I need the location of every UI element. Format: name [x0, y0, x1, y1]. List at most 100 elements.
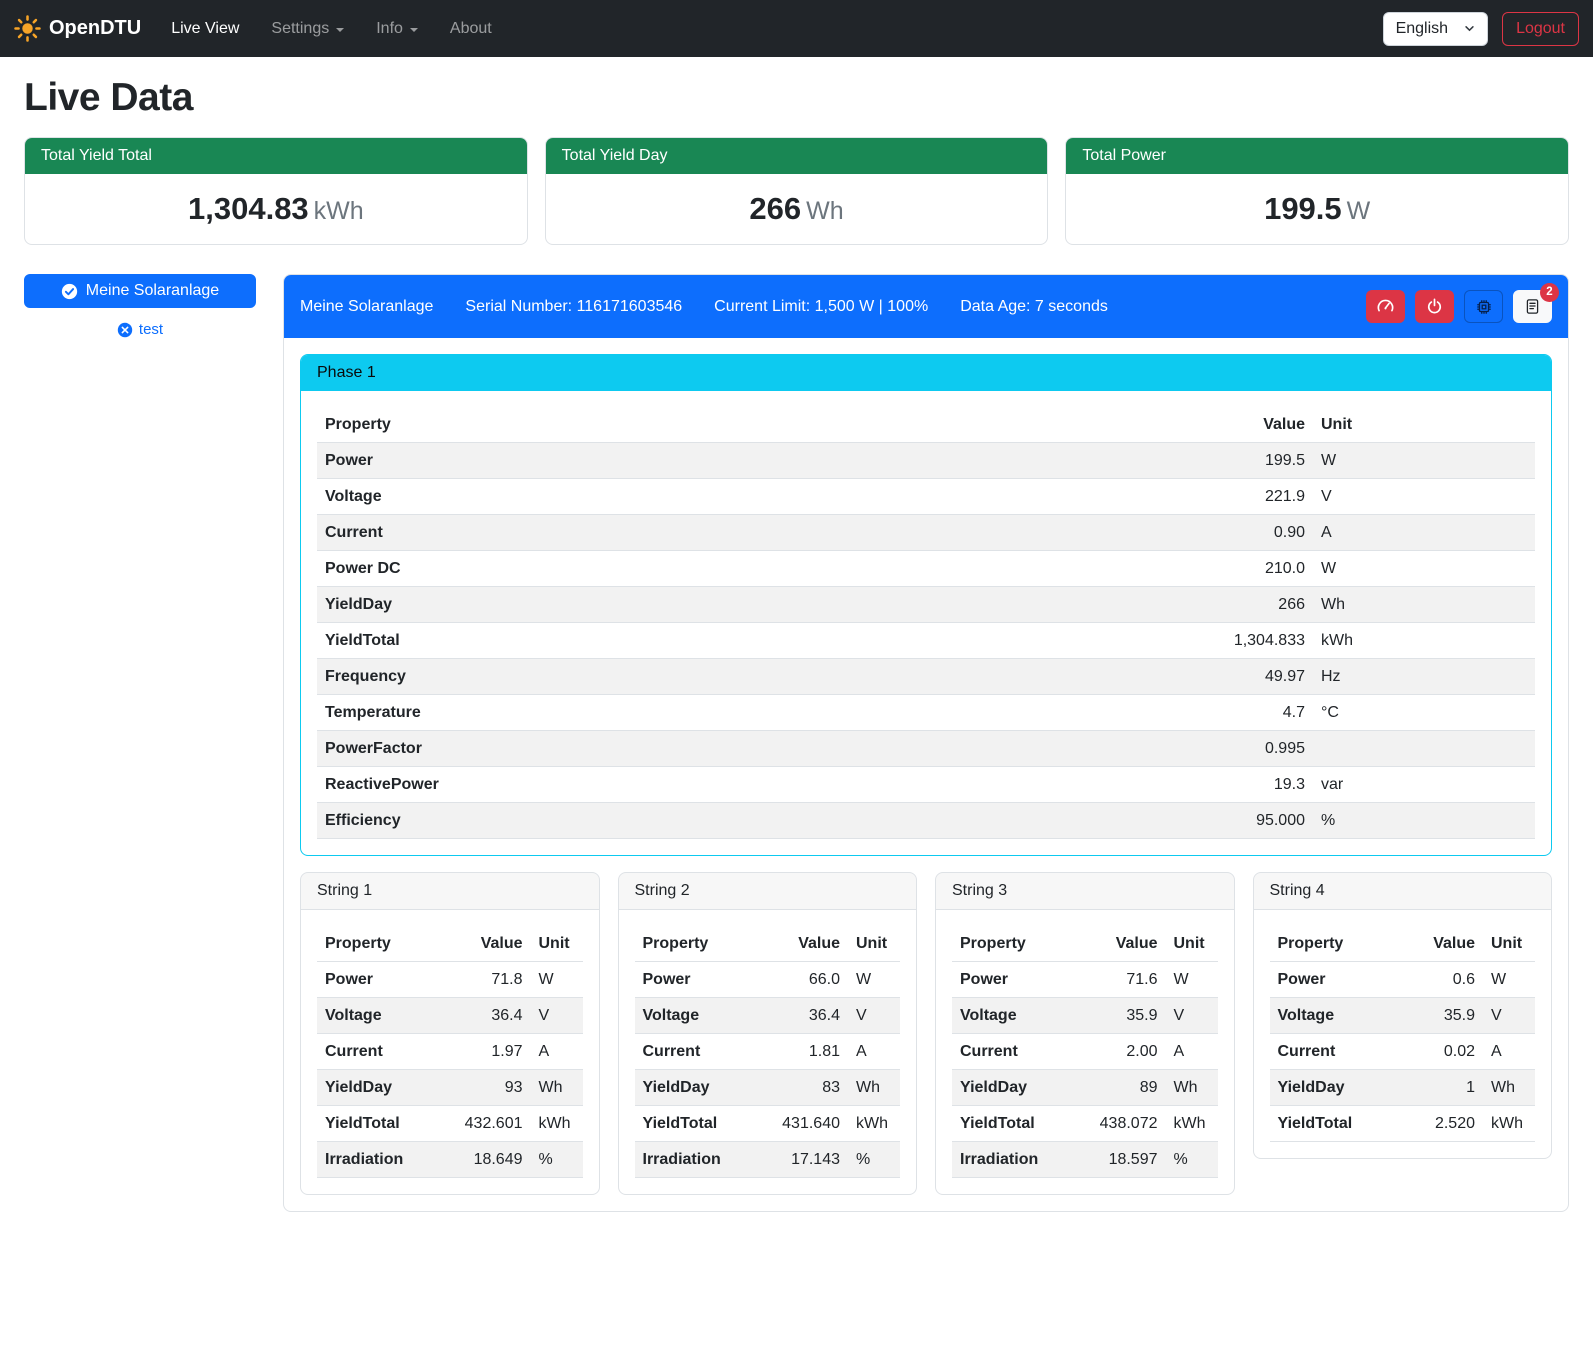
unit-cell: %	[531, 1142, 583, 1178]
table-row: YieldDay 266 Wh	[317, 587, 1535, 623]
table-row: Voltage 36.4 V	[635, 998, 901, 1034]
unit-cell: Wh	[531, 1070, 583, 1106]
table-row: YieldDay 89 Wh	[952, 1070, 1218, 1106]
inverter-select-meine-solaranlage[interactable]: Meine Solaranlage	[24, 274, 256, 308]
table-row: YieldDay 93 Wh	[317, 1070, 583, 1106]
value-cell: 89	[1072, 1070, 1166, 1106]
value-cell: 1,304.833	[913, 623, 1313, 659]
value-cell: 0.90	[913, 515, 1313, 551]
property-cell: YieldTotal	[317, 623, 913, 659]
value-cell: 35.9	[1072, 998, 1166, 1034]
unit-cell: %	[1166, 1142, 1218, 1178]
summary-card-value: 1,304.83	[188, 191, 309, 226]
summary-card-value: 266	[749, 191, 801, 226]
table-row: YieldTotal 438.072 kWh	[952, 1106, 1218, 1142]
unit-cell: kWh	[1166, 1106, 1218, 1142]
nav-about[interactable]: About	[434, 12, 508, 46]
table-row: Current 1.81 A	[635, 1034, 901, 1070]
property-cell: Frequency	[317, 659, 913, 695]
unit-cell: W	[1483, 962, 1535, 998]
col-property: Property	[1270, 926, 1400, 962]
table-row: Irradiation 17.143 %	[635, 1142, 901, 1178]
nav-info-label: Info	[376, 20, 403, 38]
brand-label: OpenDTU	[49, 17, 141, 40]
table-row: Current 0.02 A	[1270, 1034, 1536, 1070]
nav-info[interactable]: Info	[360, 12, 434, 46]
property-cell: Irradiation	[317, 1142, 437, 1178]
string-table-body: Power 71.8 W Voltage 36.4 V	[317, 962, 583, 1178]
language-select[interactable]: English	[1383, 12, 1488, 46]
logout-button[interactable]: Logout	[1502, 12, 1579, 46]
sun-icon	[14, 15, 41, 42]
property-cell: YieldTotal	[317, 1106, 437, 1142]
inverter-select-label: Meine Solaranlage	[86, 282, 219, 300]
col-value: Value	[913, 407, 1313, 443]
string-table: Property Value Unit Power	[635, 926, 901, 1178]
table-header-row: Property Value Unit	[317, 926, 583, 962]
caret-down-icon	[410, 28, 418, 32]
unit-cell: Wh	[848, 1070, 900, 1106]
table-row: Efficiency 95.000 %	[317, 803, 1535, 839]
property-cell: Power	[952, 962, 1072, 998]
inverter-power-button[interactable]	[1415, 290, 1454, 323]
inverter-serial: Serial Number: 116171603546	[465, 298, 682, 316]
col-property: Property	[635, 926, 755, 962]
nav-settings[interactable]: Settings	[255, 12, 360, 46]
unit-cell: A	[531, 1034, 583, 1070]
table-row: Voltage 35.9 V	[952, 998, 1218, 1034]
summary-card-title: Total Yield Total	[25, 138, 527, 174]
unit-cell: W	[1313, 551, 1535, 587]
summary-card-total-yield-total: Total Yield Total 1,304.83kWh	[24, 137, 528, 245]
value-cell: 18.597	[1072, 1142, 1166, 1178]
property-cell: Power	[635, 962, 755, 998]
inverter-info-button[interactable]	[1366, 290, 1405, 323]
caret-down-icon	[336, 28, 344, 32]
table-row: Power 199.5 W	[317, 443, 1535, 479]
power-icon	[1426, 298, 1443, 315]
unit-cell: W	[531, 962, 583, 998]
journal-icon	[1524, 298, 1541, 315]
chevron-down-icon	[1464, 23, 1475, 34]
value-cell: 199.5	[913, 443, 1313, 479]
table-row: YieldTotal 2.520 kWh	[1270, 1106, 1536, 1142]
page-container: Live Data Total Yield Total 1,304.83kWh …	[0, 76, 1593, 1236]
inverter-select-test[interactable]: test	[24, 321, 256, 338]
table-row: YieldDay 83 Wh	[635, 1070, 901, 1106]
property-cell: Irradiation	[635, 1142, 755, 1178]
table-row: Voltage 221.9 V	[317, 479, 1535, 515]
value-cell: 210.0	[913, 551, 1313, 587]
unit-cell: A	[1483, 1034, 1535, 1070]
string-card-2: String 2 Property Value Unit	[618, 872, 918, 1195]
unit-cell: W	[1313, 443, 1535, 479]
col-unit: Unit	[848, 926, 900, 962]
col-unit: Unit	[1483, 926, 1535, 962]
col-property: Property	[952, 926, 1072, 962]
property-cell: ReactivePower	[317, 767, 913, 803]
property-cell: YieldDay	[952, 1070, 1072, 1106]
table-header-row: Property Value Unit	[635, 926, 901, 962]
string-table-body: Power 71.6 W Voltage 35.9 V	[952, 962, 1218, 1178]
table-header-row: Property Value Unit	[317, 407, 1535, 443]
string-card-title: String 4	[1254, 873, 1552, 910]
col-unit: Unit	[1313, 407, 1535, 443]
inverter-limit: Current Limit: 1,500 W | 100%	[714, 298, 928, 316]
property-cell: Power	[317, 443, 913, 479]
table-row: Irradiation 18.597 %	[952, 1142, 1218, 1178]
unit-cell: V	[531, 998, 583, 1034]
nav-live-view[interactable]: Live View	[155, 12, 255, 46]
table-row: Power 66.0 W	[635, 962, 901, 998]
table-row: Current 0.90 A	[317, 515, 1535, 551]
property-cell: YieldDay	[317, 1070, 437, 1106]
eventlog-button-wrap: 2	[1513, 290, 1552, 323]
inverter-limit-settings-button[interactable]	[1464, 290, 1503, 323]
table-row: Voltage 35.9 V	[1270, 998, 1536, 1034]
brand-link[interactable]: OpenDTU	[14, 15, 141, 42]
summary-card-total-yield-day: Total Yield Day 266Wh	[545, 137, 1049, 245]
nav-settings-label: Settings	[271, 20, 329, 38]
property-cell: Efficiency	[317, 803, 913, 839]
string-card-title: String 1	[301, 873, 599, 910]
eventlog-count-badge: 2	[1540, 283, 1559, 302]
table-row: Power 71.6 W	[952, 962, 1218, 998]
col-unit: Unit	[531, 926, 583, 962]
value-cell: 431.640	[754, 1106, 848, 1142]
